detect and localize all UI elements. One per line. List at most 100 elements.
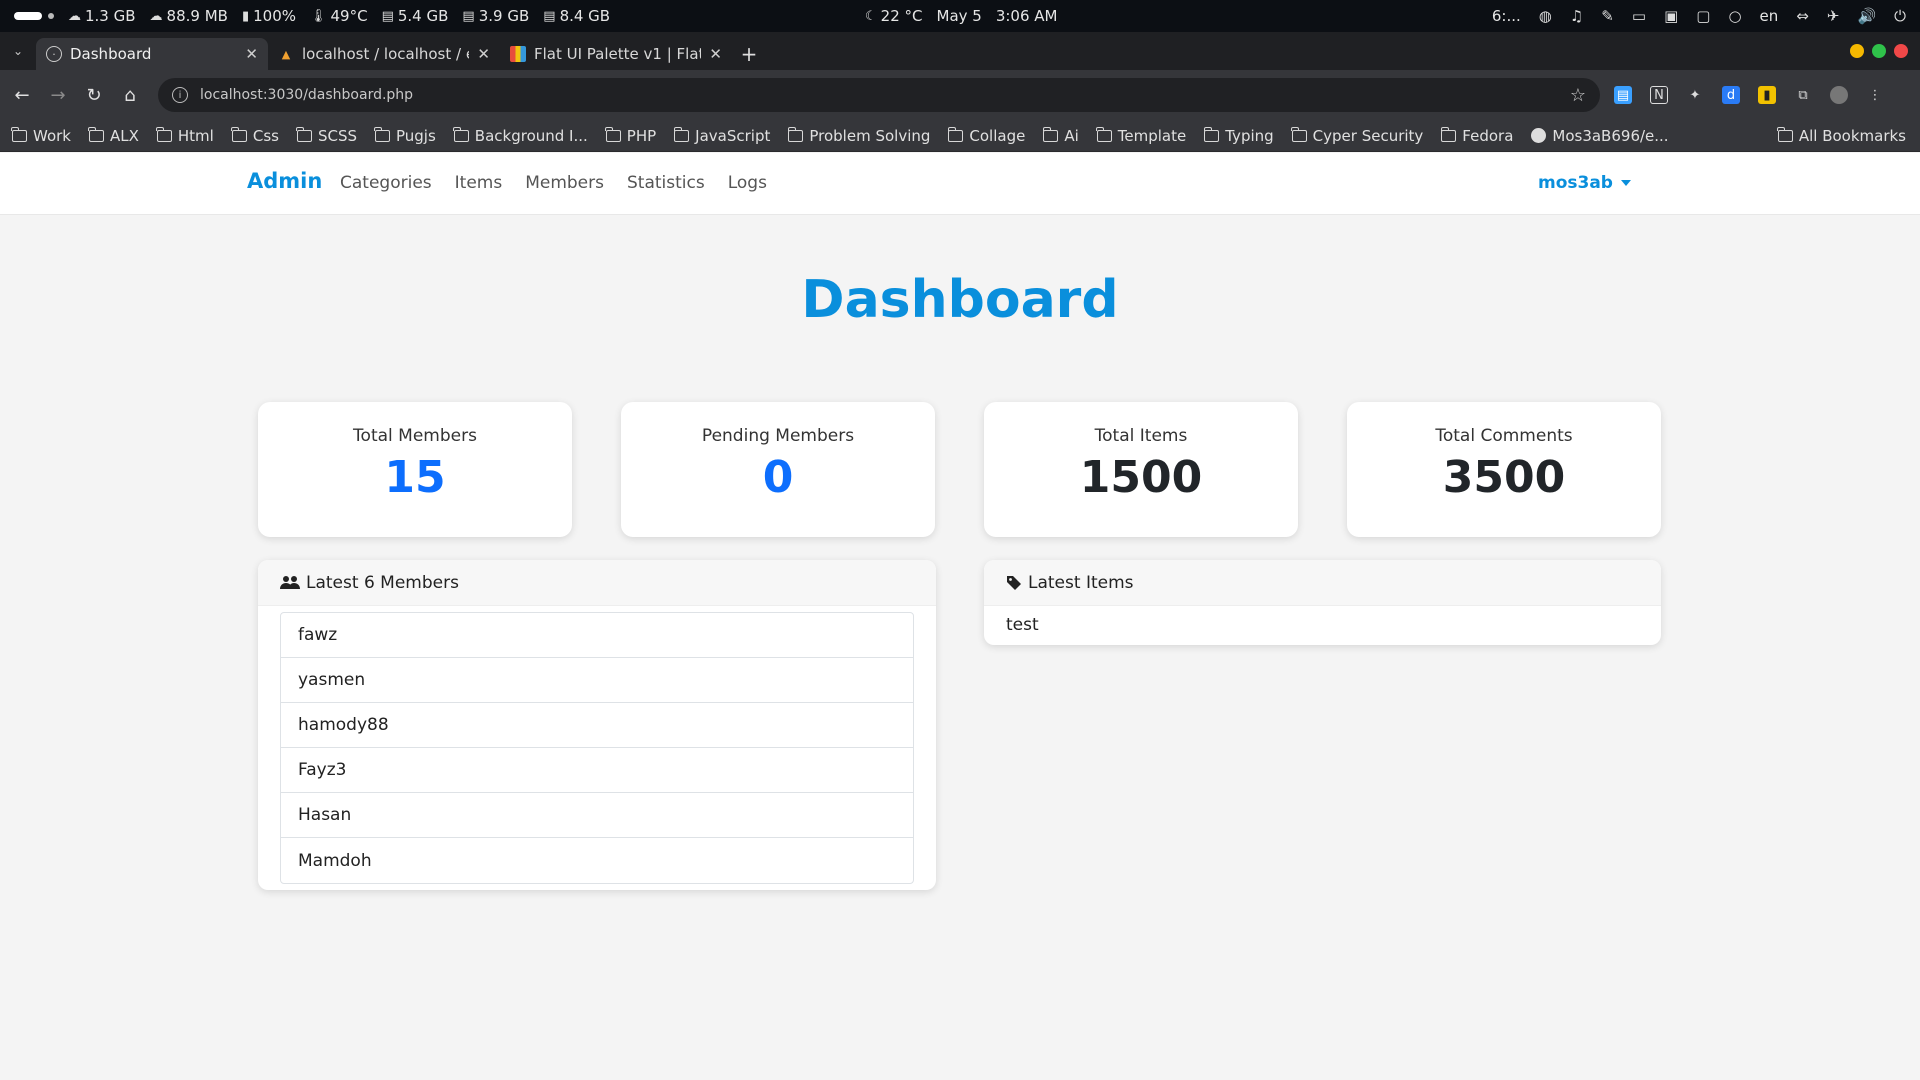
extension-5-icon[interactable]: ▮: [1758, 86, 1776, 104]
nav-items[interactable]: Items: [455, 173, 503, 193]
bookmark-folder[interactable]: Fedora: [1440, 126, 1513, 145]
bookmark-folder[interactable]: Css: [231, 126, 279, 145]
stat-label: Total Comments: [1435, 426, 1573, 446]
bookmark-folder[interactable]: Cyper Security: [1291, 126, 1423, 145]
bookmark-folder[interactable]: Work: [11, 126, 71, 145]
music-icon[interactable]: ♫: [1570, 7, 1583, 25]
circle-icon[interactable]: ○: [1728, 7, 1741, 25]
airplane-icon[interactable]: ✈: [1827, 7, 1840, 25]
clock-area[interactable]: ☾ 22 °C May 5 3:06 AM: [865, 0, 1057, 32]
forward-button[interactable]: →: [40, 77, 76, 113]
tab-phpmyadmin[interactable]: ▲ localhost / localhost / eC ✕: [268, 38, 500, 70]
user-dropdown[interactable]: mos3ab: [1538, 173, 1631, 193]
clipboard-icon[interactable]: ▢: [1696, 7, 1710, 25]
stat-label: Pending Members: [701, 426, 855, 446]
nav-members[interactable]: Members: [525, 173, 604, 193]
memory-stat: ▤ 5.4 GB: [381, 7, 449, 25]
workspace-1-icon[interactable]: ▣: [1664, 7, 1678, 25]
reload-button[interactable]: ↻: [76, 77, 112, 113]
color-picker-icon[interactable]: ✎: [1601, 7, 1614, 25]
folder-icon: [947, 126, 964, 142]
stat-card-pending-members[interactable]: Pending Members 0: [621, 402, 935, 537]
stat-card-total-items[interactable]: Total Items 1500: [984, 402, 1298, 537]
folder-icon: [787, 126, 804, 142]
bookmark-folder[interactable]: ALX: [88, 126, 139, 145]
stat-card-total-members[interactable]: Total Members 15: [258, 402, 572, 537]
volume-icon[interactable]: 🔊: [1857, 7, 1876, 25]
folder-icon: [231, 126, 247, 142]
thermometer-icon: 🌡: [310, 8, 327, 24]
users-icon: [280, 575, 300, 589]
notion-icon[interactable]: N: [1650, 86, 1668, 104]
bookmark-folder[interactable]: Background I...: [453, 126, 588, 145]
folder-icon: [156, 126, 172, 142]
list-item[interactable]: Mamdoh: [281, 838, 913, 883]
network-icon[interactable]: ⇔: [1796, 7, 1809, 25]
puzzle-icon[interactable]: ⧉: [1794, 86, 1812, 104]
close-tab-icon[interactable]: ✕: [245, 45, 258, 63]
bookmark-folder[interactable]: Problem Solving: [787, 126, 930, 145]
close-tab-icon[interactable]: ✕: [477, 45, 490, 63]
extension-4-icon[interactable]: d: [1722, 86, 1740, 104]
close-tab-icon[interactable]: ✕: [709, 45, 722, 63]
home-button[interactable]: ⌂: [112, 77, 148, 113]
bookmark-folder[interactable]: SCSS: [296, 126, 357, 145]
bookmark-folder[interactable]: Html: [156, 126, 214, 145]
bookmark-folder[interactable]: Typing: [1203, 126, 1274, 145]
bookmark-folder[interactable]: Pugjs: [374, 126, 436, 145]
site-info-icon[interactable]: i: [172, 87, 188, 103]
folder-icon: [1203, 126, 1220, 142]
latest-items-panel: Latest Items test: [984, 560, 1661, 645]
language-indicator[interactable]: en: [1760, 7, 1779, 25]
media-title[interactable]: 6:...: [1492, 7, 1521, 25]
tab-dashboard[interactable]: · Dashboard ✕: [36, 38, 268, 70]
minimize-button[interactable]: [1850, 44, 1864, 58]
address-bar[interactable]: i localhost:3030/dashboard.php ☆: [158, 78, 1600, 112]
nav-statistics[interactable]: Statistics: [627, 173, 705, 193]
maximize-button[interactable]: [1872, 44, 1886, 58]
list-item[interactable]: Fayz3: [281, 748, 913, 793]
terminal-icon[interactable]: ▭: [1632, 7, 1646, 25]
url-text[interactable]: localhost:3030/dashboard.php: [200, 87, 1570, 103]
brand-link[interactable]: Admin: [247, 169, 322, 193]
workspace-dot[interactable]: [48, 13, 54, 19]
folder-icon: [673, 126, 690, 142]
list-item[interactable]: hamody88: [281, 703, 913, 748]
app-icon[interactable]: ◍: [1539, 7, 1552, 25]
list-item[interactable]: test: [984, 606, 1661, 644]
extension-1-icon[interactable]: ▤: [1614, 86, 1632, 104]
list-item[interactable]: fawz: [281, 613, 913, 658]
bookmark-folder[interactable]: Ai: [1042, 126, 1079, 145]
list-item[interactable]: yasmen: [281, 658, 913, 703]
folder-icon: [1440, 126, 1457, 142]
stat-card-total-comments[interactable]: Total Comments 3500: [1347, 402, 1661, 537]
stat-value: 15: [384, 452, 446, 503]
folder-icon: [605, 126, 621, 142]
bookmark-folder[interactable]: Collage: [947, 126, 1025, 145]
bookmark-folder[interactable]: Template: [1096, 126, 1186, 145]
memory-icon: ▤: [462, 8, 475, 24]
tab-flat-ui-palette[interactable]: Flat UI Palette v1 | Flat ✕: [500, 38, 732, 70]
nav-categories[interactable]: Categories: [340, 173, 432, 193]
profile-avatar-icon[interactable]: [1830, 86, 1848, 104]
bookmark-folder[interactable]: JavaScript: [673, 126, 770, 145]
new-tab-button[interactable]: +: [732, 38, 766, 70]
bookmark-star-icon[interactable]: ☆: [1570, 85, 1586, 106]
cloud-upload-icon: ☁: [149, 8, 163, 24]
tab-search-button[interactable]: ⌄: [0, 32, 36, 70]
power-icon[interactable]: ⏻: [1894, 7, 1906, 25]
folder-icon: [1042, 126, 1059, 142]
bookmark-folder[interactable]: PHP: [605, 126, 656, 145]
nav-logs[interactable]: Logs: [728, 173, 767, 193]
list-item[interactable]: Hasan: [281, 793, 913, 838]
moon-icon: ☾: [865, 8, 877, 24]
close-window-button[interactable]: [1894, 44, 1908, 58]
back-button[interactable]: ←: [4, 77, 40, 113]
kebab-menu-icon[interactable]: ⋮: [1866, 86, 1884, 104]
battery-icon: ▮: [241, 8, 250, 24]
all-bookmarks-button[interactable]: All Bookmarks: [1777, 120, 1906, 152]
bookmark-github[interactable]: Mos3aB696/e...: [1531, 127, 1669, 145]
extension-3-icon[interactable]: ✦: [1686, 86, 1704, 104]
caret-down-icon: [1620, 180, 1631, 186]
workspace-indicator[interactable]: [14, 12, 42, 20]
